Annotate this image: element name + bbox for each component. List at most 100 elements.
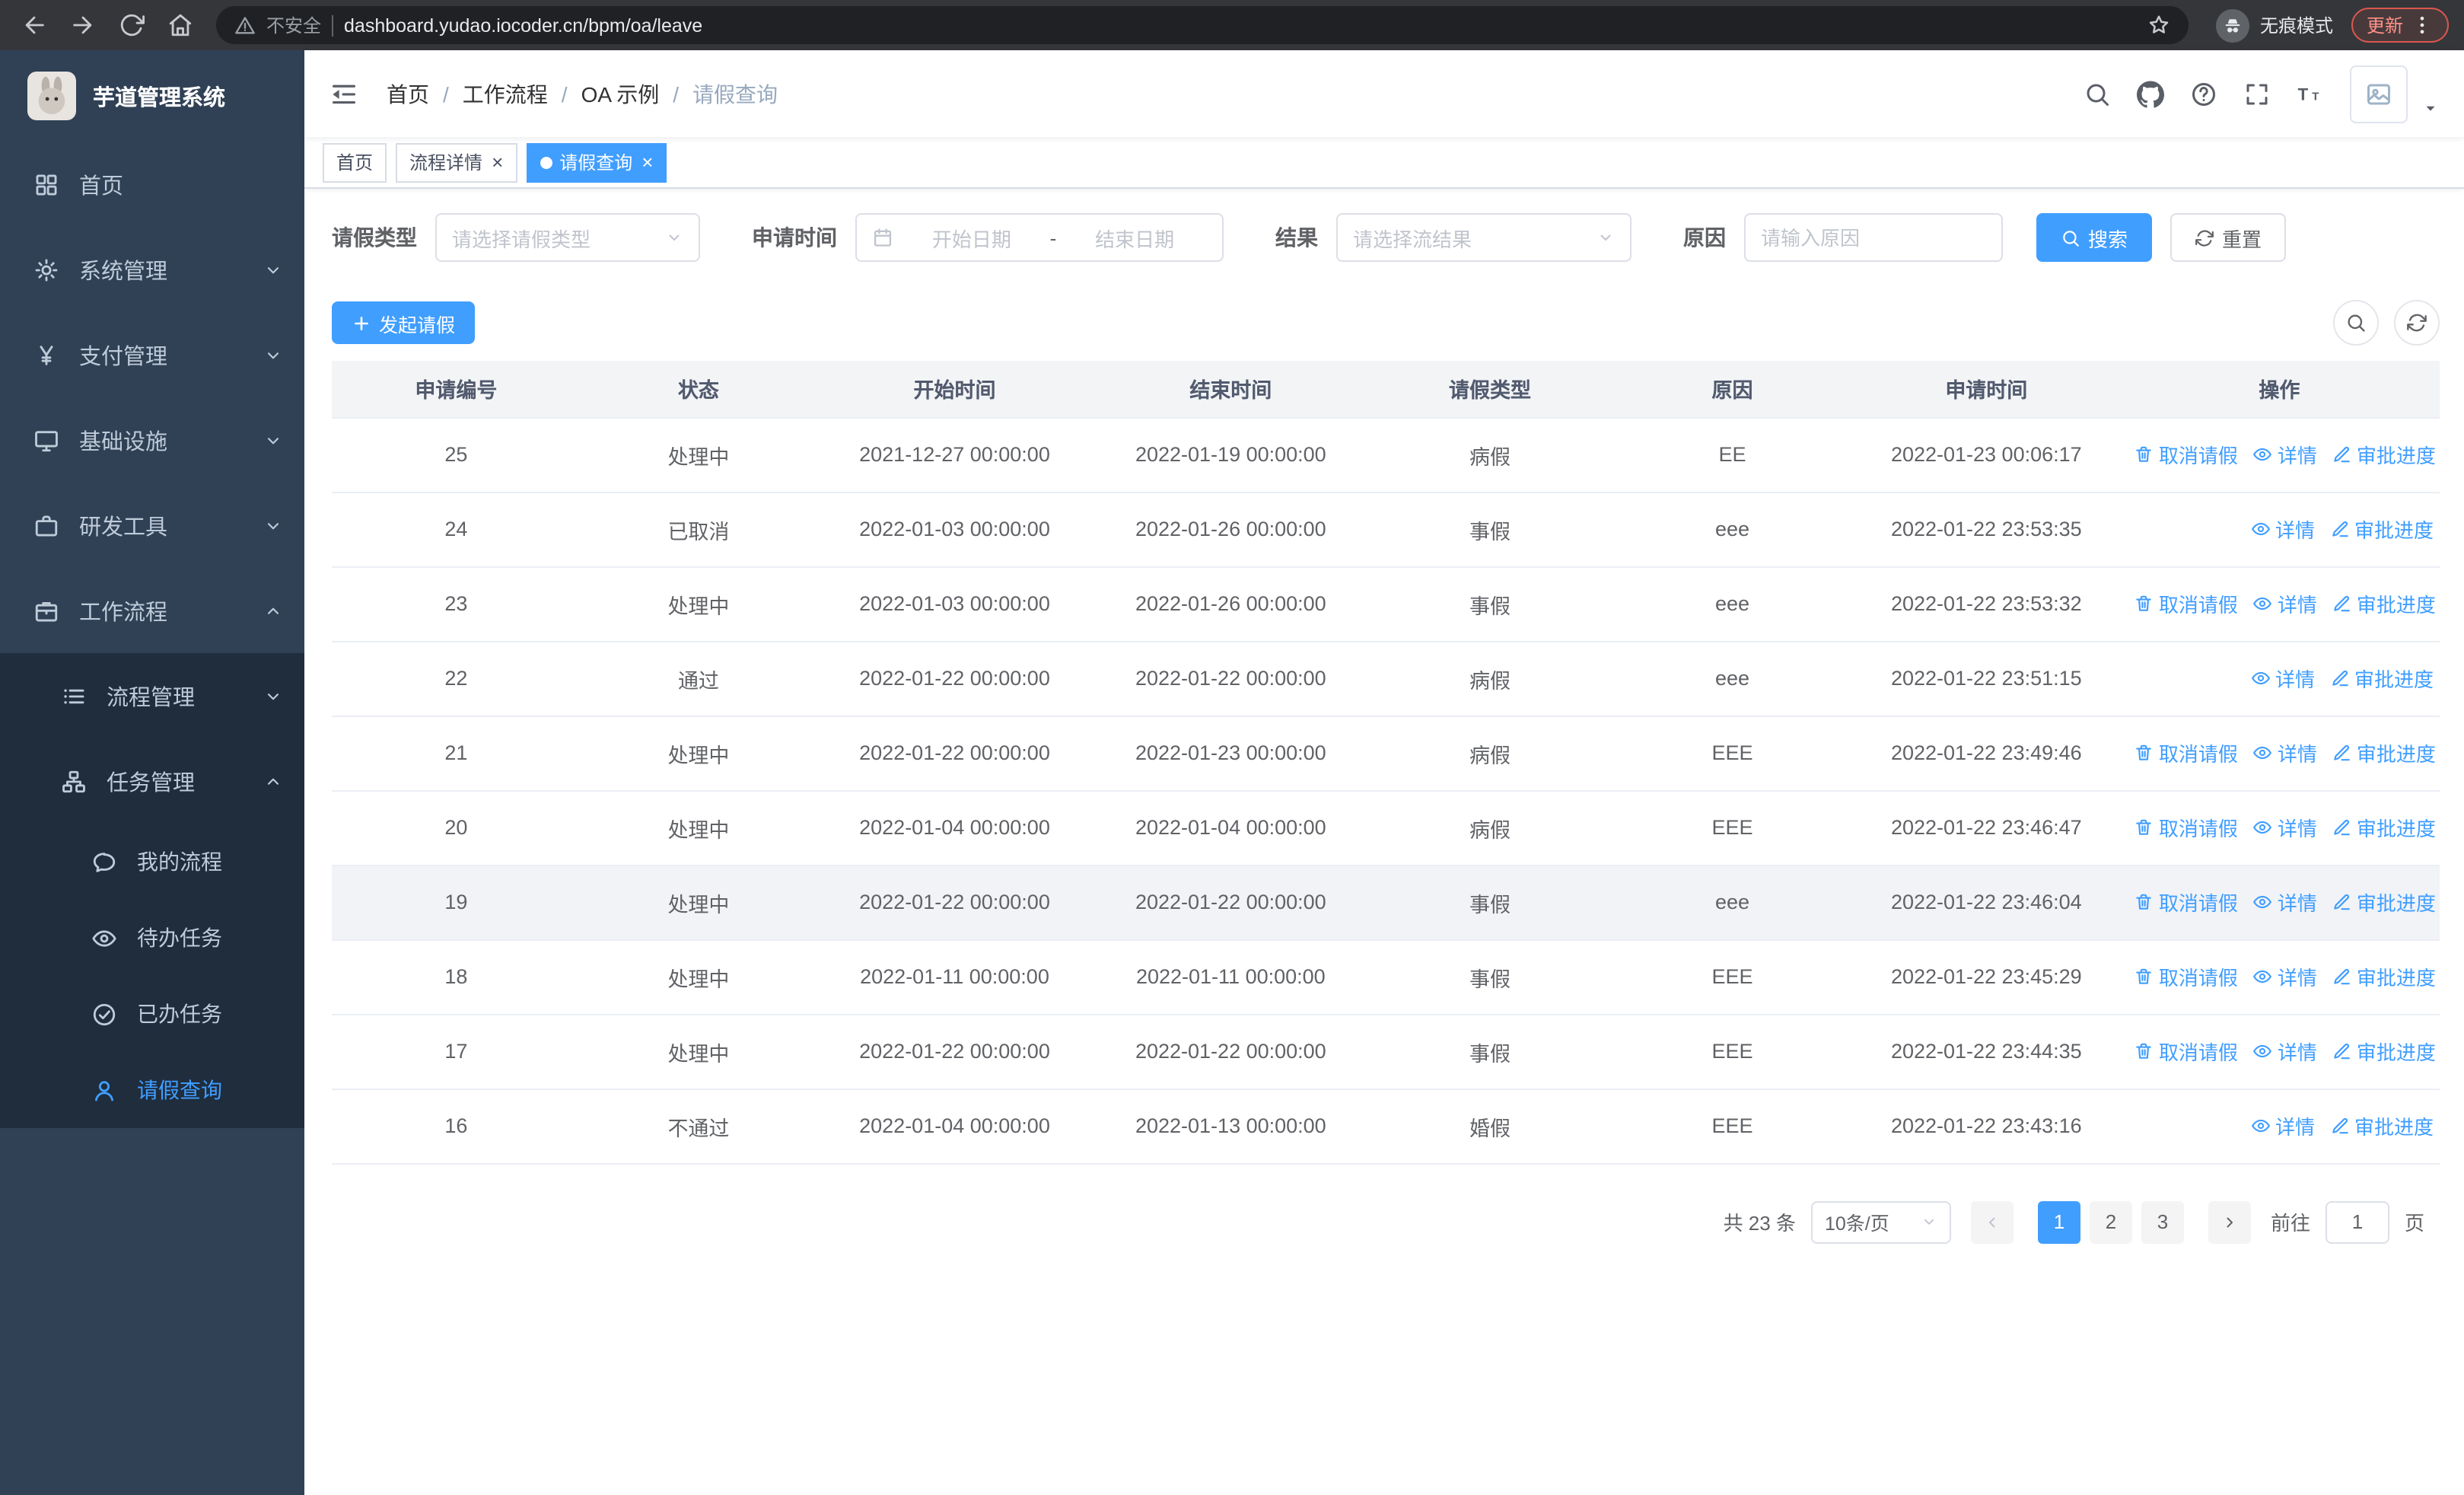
progress-action-link[interactable]: 审批进度 [2332, 440, 2436, 469]
cancel-action-link[interactable]: 取消请假 [2135, 589, 2238, 618]
font-size-icon[interactable] [2297, 80, 2324, 107]
progress-action-link[interactable]: 审批进度 [2332, 589, 2436, 618]
progress-action-link[interactable]: 审批进度 [2332, 813, 2436, 842]
leave-type-select[interactable]: 请选择请假类型 [435, 213, 700, 262]
reason-input[interactable] [1744, 213, 2003, 262]
omnibox-divider [332, 14, 334, 36]
breadcrumb-item[interactable]: 首页 [387, 78, 429, 109]
status: 已取消 [580, 492, 817, 567]
leave-type: 事假 [1368, 1014, 1612, 1089]
cancel-action-link[interactable]: 取消请假 [2135, 738, 2238, 767]
sidebar-item-leave-query[interactable]: 请假查询 [0, 1052, 304, 1128]
sitemap-icon [61, 768, 87, 794]
sidebar-item-infrastructure[interactable]: 基础设施 [0, 397, 304, 483]
detail-action-link[interactable]: 详情 [2253, 813, 2317, 842]
bookmark-star-icon[interactable] [2147, 14, 2170, 37]
page-size-select[interactable]: 10条/页 [1810, 1200, 1951, 1243]
sidebar-item-todo-tasks[interactable]: 待办任务 [0, 900, 304, 976]
tab-close-icon[interactable]: × [492, 152, 503, 172]
reset-button[interactable]: 重置 [2170, 213, 2287, 262]
progress-action-link[interactable]: 审批进度 [2332, 738, 2436, 767]
sidebar-item-home[interactable]: 首页 [0, 142, 304, 227]
progress-action-link[interactable]: 审批进度 [2330, 1111, 2434, 1140]
sidebar-item-dev-tools[interactable]: 研发工具 [0, 483, 304, 568]
progress-action-link[interactable]: 审批进度 [2330, 515, 2434, 543]
result-select[interactable]: 请选择流结果 [1336, 213, 1632, 262]
tab-close-icon[interactable]: × [641, 152, 653, 172]
page-button-2[interactable]: 2 [2089, 1200, 2132, 1243]
browser-reload-button[interactable] [110, 4, 152, 46]
apply-time-range-picker[interactable]: 开始日期 - 结束日期 [855, 213, 1224, 262]
application-id: 18 [332, 939, 581, 1015]
breadcrumb-item[interactable]: OA 示例 [581, 78, 660, 109]
detail-action-link[interactable]: 详情 [2253, 738, 2317, 767]
progress-action-link[interactable]: 审批进度 [2330, 664, 2434, 693]
view-tab[interactable]: 首页 [323, 142, 387, 182]
progress-action-link[interactable]: 审批进度 [2332, 1037, 2436, 1066]
browser-home-button[interactable] [158, 4, 201, 46]
breadcrumb-separator: / [443, 81, 449, 106]
detail-action-link[interactable]: 详情 [2253, 440, 2317, 469]
browser-update-button[interactable]: 更新 [2351, 8, 2449, 43]
search-button[interactable]: 搜索 [2036, 213, 2153, 262]
detail-action-link[interactable]: 详情 [2253, 888, 2317, 916]
browser-menu-icon[interactable] [2411, 14, 2434, 37]
detail-action-link[interactable]: 详情 [2251, 1111, 2315, 1140]
leave-type-filter: 请假类型 请选择请假类型 [332, 213, 700, 262]
user-menu-caret-icon[interactable] [2421, 98, 2440, 116]
browser-back-button[interactable] [12, 4, 55, 46]
cancel-action-link[interactable]: 取消请假 [2135, 962, 2238, 991]
detail-action-link[interactable]: 详情 [2253, 962, 2317, 991]
sidebar-item-done-tasks[interactable]: 已办任务 [0, 976, 304, 1052]
create-leave-button[interactable]: 发起请假 [332, 301, 476, 344]
address-bar[interactable]: 不安全 dashboard.yudao.iocoder.cn/bpm/oa/le… [216, 6, 2189, 44]
detail-action-link[interactable]: 详情 [2251, 664, 2315, 693]
view-tab[interactable]: 流程详情 × [396, 142, 517, 182]
breadcrumb-item[interactable]: 工作流程 [463, 78, 548, 109]
end-time: 2022-01-26 00:00:00 [1092, 566, 1369, 642]
detail-action-label: 详情 [2275, 668, 2315, 691]
app-logo[interactable]: 芋道管理系统 [0, 50, 304, 142]
table-refresh-icon[interactable] [2394, 300, 2440, 346]
user-avatar[interactable] [2350, 65, 2408, 123]
github-icon[interactable] [2137, 80, 2164, 107]
sidebar-item-process-mgmt[interactable]: 流程管理 [0, 653, 304, 738]
goto-page-input[interactable] [2325, 1200, 2389, 1243]
start-time: 2022-01-04 00:00:00 [817, 1089, 1093, 1164]
cancel-action-link[interactable]: 取消请假 [2135, 1037, 2238, 1066]
header-search-icon[interactable] [2084, 80, 2111, 107]
sidebar-item-task-mgmt[interactable]: 任务管理 [0, 738, 304, 824]
cancel-action-link[interactable]: 取消请假 [2135, 888, 2238, 916]
cancel-action-link[interactable]: 取消请假 [2135, 813, 2238, 842]
progress-action-link[interactable]: 审批进度 [2332, 888, 2436, 916]
sidebar-item-system-mgmt[interactable]: 系统管理 [0, 227, 304, 312]
page-button-1[interactable]: 1 [2037, 1200, 2080, 1243]
chevron-down-icon [665, 228, 683, 247]
browser-forward-button[interactable] [61, 4, 103, 46]
apply-time: 2022-01-22 23:46:47 [1853, 790, 2119, 865]
detail-action-link[interactable]: 详情 [2251, 515, 2315, 543]
prev-page-button[interactable] [1970, 1200, 2014, 1243]
sidebar-item-label: 待办任务 [137, 926, 222, 950]
page-button-3[interactable]: 3 [2141, 1200, 2184, 1243]
detail-action-link[interactable]: 详情 [2253, 589, 2317, 618]
sidebar-item-label: 系统管理 [79, 260, 167, 284]
next-page-button[interactable] [2208, 1200, 2251, 1243]
leave-type: 事假 [1368, 939, 1612, 1015]
progress-action-link[interactable]: 审批进度 [2332, 962, 2436, 991]
sidebar-item-my-process[interactable]: 我的流程 [0, 824, 304, 900]
sidebar-item-payment-mgmt[interactable]: 支付管理 [0, 312, 304, 397]
monitor-icon [33, 427, 59, 453]
fullscreen-icon[interactable] [2243, 80, 2271, 107]
detail-action-link[interactable]: 详情 [2253, 1037, 2317, 1066]
sidebar-toggle-icon[interactable] [329, 78, 359, 109]
search-button-label: 搜索 [2088, 228, 2128, 250]
sidebar-item-workflow[interactable]: 工作流程 [0, 568, 304, 653]
progress-action-label: 审批进度 [2356, 743, 2436, 766]
active-tab-dot [540, 156, 552, 168]
cancel-action-link[interactable]: 取消请假 [2135, 440, 2238, 469]
apply-time: 2022-01-22 23:53:35 [1853, 492, 2119, 567]
docs-help-icon[interactable] [2190, 80, 2217, 107]
toggle-search-icon[interactable] [2333, 300, 2379, 346]
view-tab[interactable]: 请假查询 × [526, 142, 667, 182]
